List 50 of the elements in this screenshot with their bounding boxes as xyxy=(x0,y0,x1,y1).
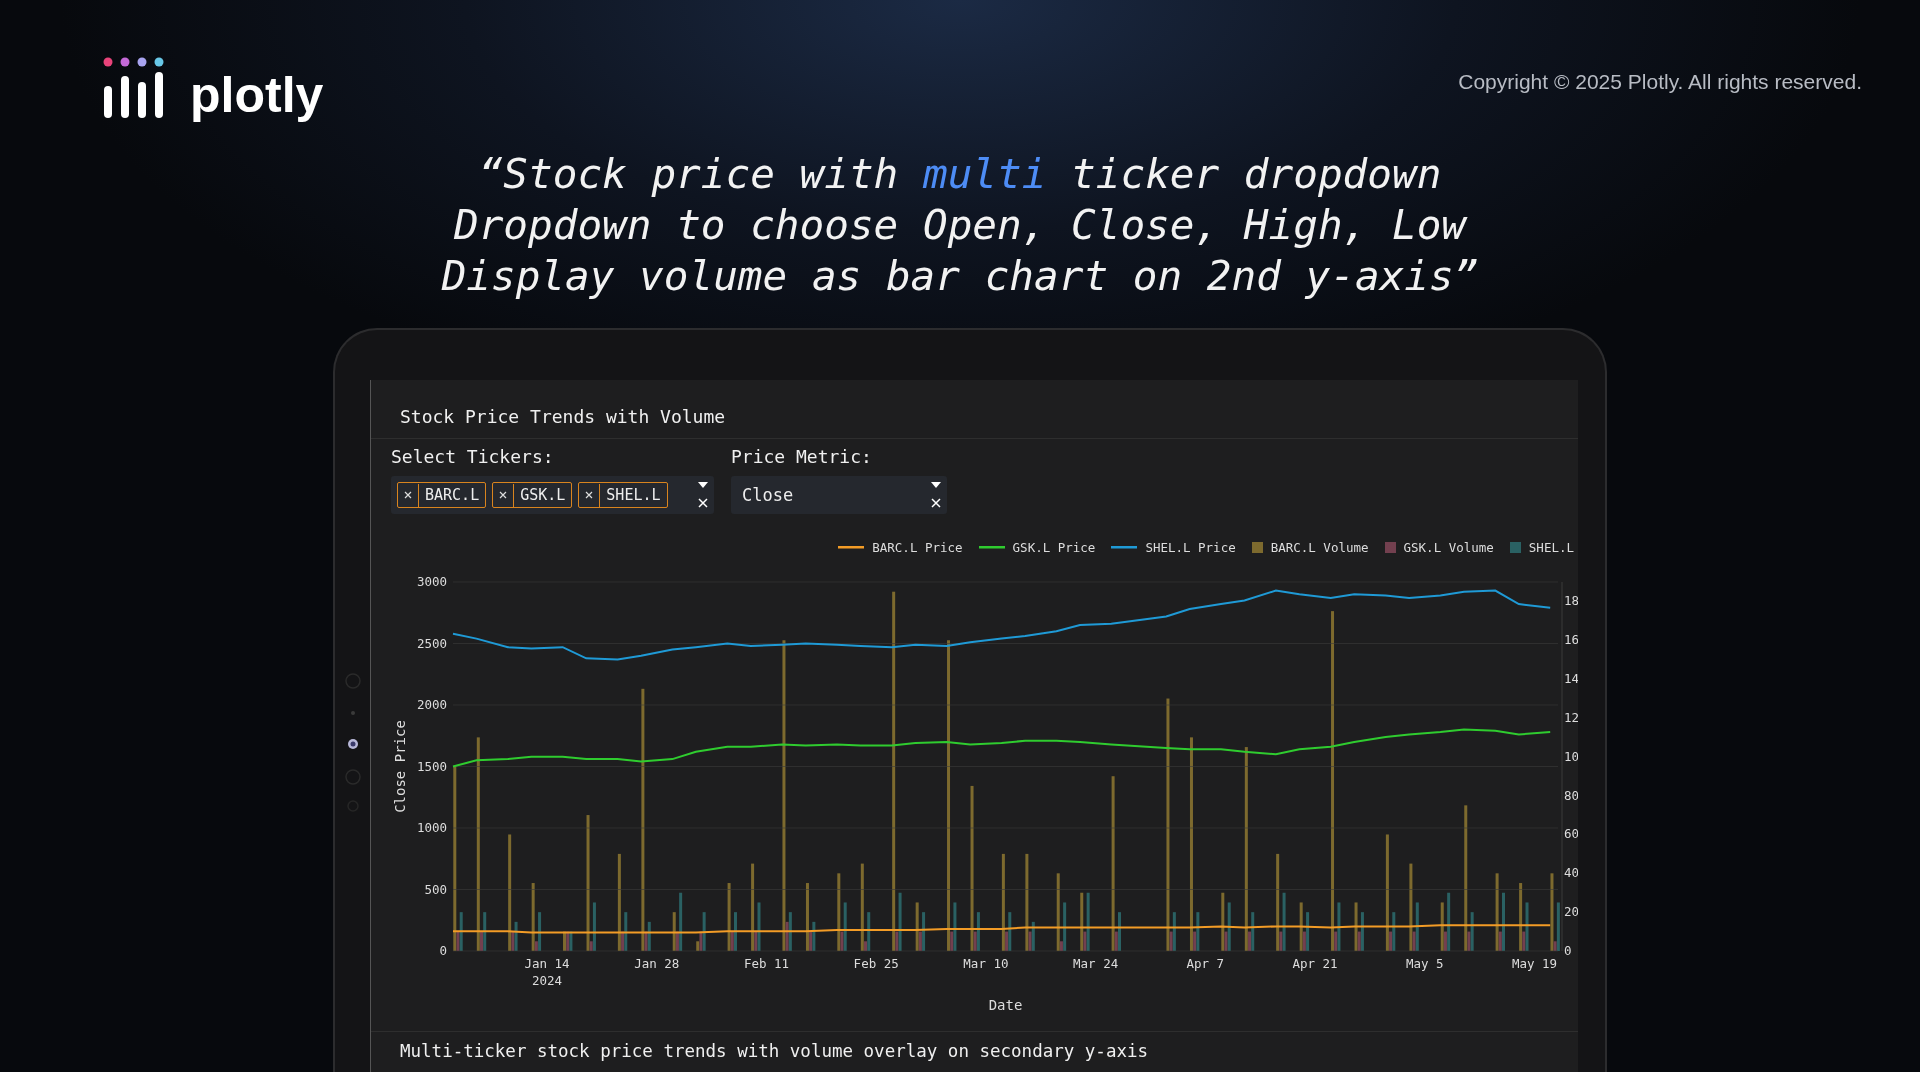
legend-label[interactable]: GSK.L Volume xyxy=(1403,539,1494,555)
tickers-label: Select Tickers: xyxy=(391,446,555,468)
x-tick-label: May 19 xyxy=(1511,956,1558,971)
y2-tick-label: 14 xyxy=(1564,671,1578,687)
y2-tick-label: 10 xyxy=(1564,748,1578,764)
dashboard-title: Stock Price Trends with Volume xyxy=(371,380,1578,439)
x-tick-label: Apr 7 xyxy=(1186,956,1225,971)
logo-text: plotly xyxy=(190,70,324,120)
ticker-chip[interactable]: GSK.L xyxy=(492,482,573,508)
x-tick-label: Mar 10 xyxy=(963,956,1009,971)
y-tick-label: 2000 xyxy=(416,697,447,712)
y-tick-label: 3000 xyxy=(416,574,447,589)
y-axis-title: Close Price xyxy=(392,720,408,813)
x-tick-label: Feb 25 xyxy=(853,956,899,971)
quote-line: Dropdown to choose Open, Close, High, Low xyxy=(452,200,1469,251)
x-tick-label: Jan 14 xyxy=(524,956,570,971)
y-tick-label: 0 xyxy=(439,943,447,958)
legend-label[interactable]: BARC.L Price xyxy=(872,539,963,555)
tickers-dropdown[interactable]: BARC.L GSK.L SHEL.L xyxy=(391,476,714,514)
chart-caption: Multi-ticker stock price trends with volume overlay on secondary y-axis xyxy=(371,1031,1578,1061)
x-axis-title: Date xyxy=(988,997,1023,1013)
y2-tick-label: 16 xyxy=(1564,632,1578,648)
metric-dropdown[interactable]: Close xyxy=(731,476,947,514)
ticker-chip[interactable]: SHEL.L xyxy=(578,482,668,508)
ticker-chip[interactable]: BARC.L xyxy=(397,482,487,508)
x-tick-label: Jan 28 xyxy=(634,956,680,971)
legend-label[interactable]: GSK.L Price xyxy=(1012,539,1096,555)
y2-tick-label: 60 xyxy=(1564,826,1578,842)
y2-tick-label: 18 xyxy=(1564,593,1578,609)
y-tick-label: 500 xyxy=(424,881,447,897)
copyright-text: Copyright © 2025 Plotly. All rights reserved. xyxy=(1458,70,1862,94)
x-year-label: 2024 xyxy=(532,973,563,988)
x-tick-label: Feb 11 xyxy=(743,956,790,971)
y2-tick-label: 0 xyxy=(1564,943,1572,958)
legend-label[interactable]: SHEL.L Price xyxy=(1145,539,1236,555)
y2-tick-label: 40 xyxy=(1564,865,1578,881)
metric-label: Price Metric: xyxy=(731,446,873,468)
quote-line: “Stock price with multi ticker dropdown xyxy=(477,149,1443,200)
x-tick-label: Apr 21 xyxy=(1292,956,1338,971)
x-tick-label: May 5 xyxy=(1405,956,1444,971)
quote-line: Display volume as bar chart on 2nd y-axis” xyxy=(440,251,1480,302)
legend-label[interactable]: BARC.L Volume xyxy=(1270,539,1369,555)
y-tick-label: 1000 xyxy=(416,820,447,835)
y-tick-label: 1500 xyxy=(416,758,447,774)
x-tick-label: Mar 24 xyxy=(1073,956,1119,971)
legend-label[interactable]: SHEL.L xyxy=(1528,539,1574,555)
y2-tick-label: 20 xyxy=(1564,904,1578,920)
y-tick-label: 2500 xyxy=(416,635,447,651)
y2-tick-label: 80 xyxy=(1564,787,1578,803)
y2-tick-label: 12 xyxy=(1564,709,1578,725)
